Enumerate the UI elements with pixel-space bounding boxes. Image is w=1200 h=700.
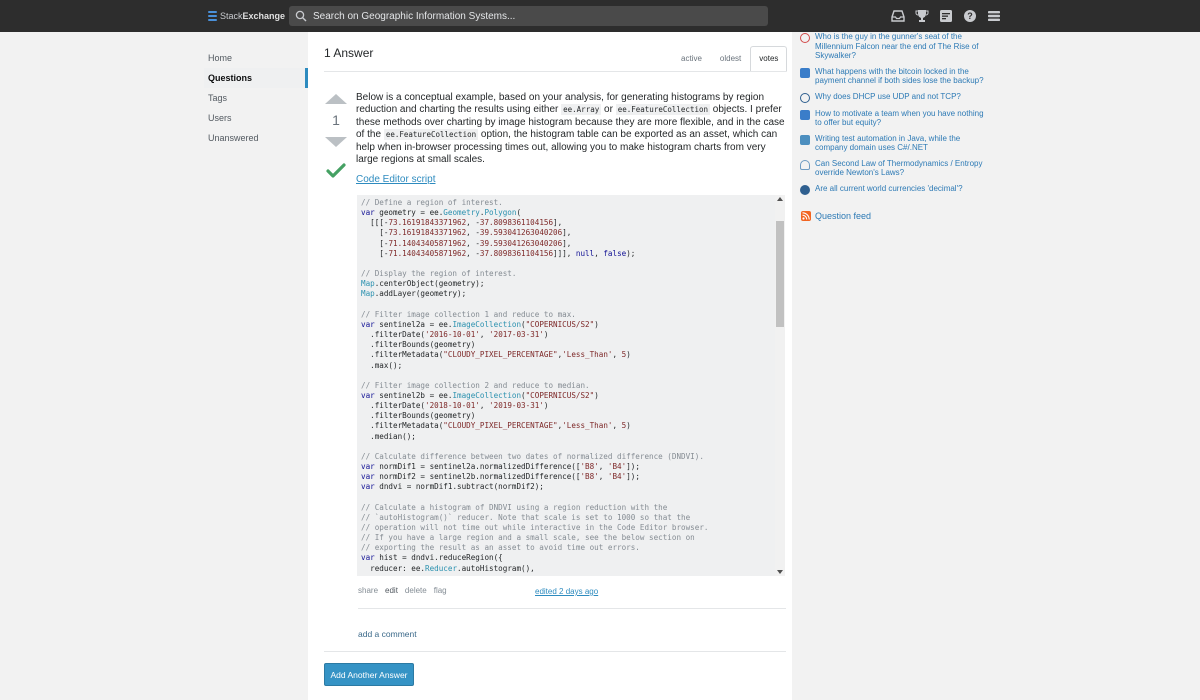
site-icon (800, 159, 810, 170)
site-icon (800, 134, 810, 145)
vote-cell: 1 (324, 94, 348, 182)
downvote-icon[interactable] (325, 137, 347, 147)
scroll-thumb[interactable] (776, 221, 784, 327)
nav-item-unanswered[interactable]: Unanswered (204, 128, 308, 148)
logo-text-regular: Stack (220, 11, 243, 21)
tab-active[interactable]: active (672, 46, 711, 72)
upvote-icon[interactable] (325, 94, 347, 104)
hot-question-title[interactable]: How to motivate a team when you have not… (815, 109, 990, 128)
code-scrollbar[interactable] (775, 195, 785, 576)
review-icon[interactable] (938, 8, 954, 24)
hot-question-title[interactable]: Are all current world currencies 'decima… (815, 184, 963, 195)
edited-timestamp-link[interactable]: edited 2 days ago (535, 587, 598, 596)
scroll-up-icon[interactable] (777, 197, 783, 201)
answer-text: or (601, 104, 616, 116)
hot-question-title[interactable]: What happens with the bitcoin locked in … (815, 67, 990, 86)
tab-votes[interactable]: votes (750, 46, 788, 72)
share-link[interactable]: share (358, 586, 378, 595)
question-feed-link[interactable]: Question feed (801, 211, 871, 221)
divider (324, 71, 786, 72)
hot-question-item[interactable]: Can Second Law of Thermodynamics / Entro… (800, 159, 990, 178)
tab-oldest[interactable]: oldest (711, 46, 750, 72)
hot-question-item[interactable]: How to motivate a team when you have not… (800, 109, 990, 128)
code-content: // Define a region of interest. var geom… (361, 198, 709, 573)
site-icon (800, 33, 810, 43)
vote-count: 1 (332, 112, 340, 128)
site-logo[interactable]: Stack Exchange (208, 9, 285, 23)
nav-item-home[interactable]: Home (204, 48, 308, 68)
inline-code: ee.FeatureCollection (383, 129, 479, 141)
inline-code: ee.FeatureCollection (615, 104, 711, 116)
answer-count-heading: 1 Answer (324, 46, 374, 60)
answer-body: Below is a conceptual example, based on … (356, 92, 786, 166)
inbox-icon[interactable] (890, 8, 906, 24)
site-icon (800, 92, 810, 103)
site-icon (800, 67, 810, 78)
rss-icon (801, 211, 811, 221)
hot-network-questions: Who is the guy in the gunner's seat of t… (800, 32, 990, 201)
question-feed-label[interactable]: Question feed (815, 211, 871, 221)
left-sidebar: Home Questions Tags Users Unanswered (204, 48, 308, 148)
accepted-checkmark-icon (324, 163, 348, 182)
add-comment-link[interactable]: add a comment (358, 629, 417, 639)
hot-question-item[interactable]: Why does DHCP use UDP and not TCP? (800, 92, 990, 103)
inline-code: ee.Array (561, 104, 602, 116)
divider (358, 608, 786, 609)
edit-link[interactable]: edit (385, 586, 398, 595)
hot-question-title[interactable]: Why does DHCP use UDP and not TCP? (815, 92, 961, 103)
svg-text:?: ? (967, 11, 973, 21)
top-bar: StackExchange ? (0, 0, 1200, 32)
logo-text-bold: Exchange (242, 11, 286, 21)
hot-question-item[interactable]: Writing test automation in Java, while t… (800, 134, 990, 153)
answer-sort-tabs: active oldest votes (672, 46, 788, 72)
hot-question-title[interactable]: Writing test automation in Java, while t… (815, 134, 990, 153)
code-block[interactable]: // Define a region of interest. var geom… (357, 195, 785, 576)
post-menu: share edit delete flag (358, 586, 454, 595)
divider (324, 651, 786, 652)
site-icon (800, 109, 810, 120)
hot-question-item[interactable]: What happens with the bitcoin locked in … (800, 67, 990, 86)
delete-link[interactable]: delete (405, 586, 427, 595)
nav-item-questions[interactable]: Questions (204, 68, 308, 88)
flag-link[interactable]: flag (434, 586, 447, 595)
site-icon (800, 184, 810, 195)
add-another-answer-button[interactable]: Add Another Answer (324, 663, 414, 686)
help-icon[interactable]: ? (962, 8, 978, 24)
code-editor-script-link[interactable]: Code Editor script (356, 174, 435, 185)
hot-question-item[interactable]: Are all current world currencies 'decima… (800, 184, 990, 195)
search-input[interactable] (313, 10, 753, 22)
scroll-down-icon[interactable] (777, 570, 783, 574)
search-icon (295, 10, 307, 22)
nav-item-users[interactable]: Users (204, 108, 308, 128)
hot-question-item[interactable]: Who is the guy in the gunner's seat of t… (800, 32, 990, 61)
achievements-icon[interactable] (914, 8, 930, 24)
logo-icon (208, 11, 217, 21)
nav-item-tags[interactable]: Tags (204, 88, 308, 108)
search-bar[interactable] (289, 6, 768, 26)
hot-question-title[interactable]: Who is the guy in the gunner's seat of t… (815, 32, 990, 61)
site-switcher-icon[interactable] (986, 8, 1002, 24)
hot-question-title[interactable]: Can Second Law of Thermodynamics / Entro… (815, 159, 990, 178)
